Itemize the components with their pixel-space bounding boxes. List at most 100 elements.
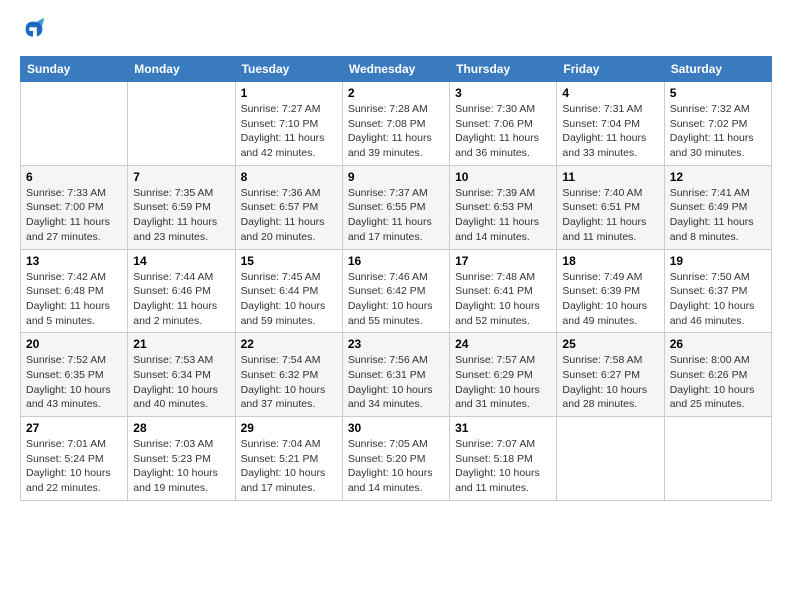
day-info: Sunrise: 7:42 AM Sunset: 6:48 PM Dayligh… (26, 270, 122, 329)
day-number: 29 (241, 421, 337, 435)
day-info: Sunrise: 7:01 AM Sunset: 5:24 PM Dayligh… (26, 437, 122, 496)
calendar-cell: 20 Sunrise: 7:52 AM Sunset: 6:35 PM Dayli… (21, 333, 128, 417)
calendar-cell (128, 82, 235, 166)
day-number: 2 (348, 86, 444, 100)
day-info: Sunrise: 7:27 AM Sunset: 7:10 PM Dayligh… (241, 102, 337, 161)
calendar-cell: 5 Sunrise: 7:32 AM Sunset: 7:02 PM Daylig… (664, 82, 771, 166)
calendar-week-row: 6Sunrise: 7:33 AM Sunset: 7:00 PM Daylig… (21, 165, 772, 249)
day-info: Sunrise: 7:48 AM Sunset: 6:41 PM Dayligh… (455, 270, 551, 329)
day-info: Sunrise: 7:41 AM Sunset: 6:49 PM Dayligh… (670, 186, 766, 245)
calendar-cell: 13 Sunrise: 7:42 AM Sunset: 6:48 PM Dayli… (21, 249, 128, 333)
day-info: Sunrise: 7:40 AM Sunset: 6:51 PM Dayligh… (562, 186, 658, 245)
day-info: Sunrise: 7:05 AM Sunset: 5:20 PM Dayligh… (348, 437, 444, 496)
calendar-cell: 16 Sunrise: 7:46 AM Sunset: 6:42 PM Dayli… (342, 249, 449, 333)
calendar-cell (664, 417, 771, 501)
day-number: 13 (26, 254, 122, 268)
calendar-header-row: SundayMondayTuesdayWednesdayThursdayFrid… (21, 57, 772, 82)
logo-icon (20, 16, 48, 44)
day-number: 19 (670, 254, 766, 268)
calendar-cell: 22 Sunrise: 7:54 AM Sunset: 6:32 PM Dayli… (235, 333, 342, 417)
day-number: 22 (241, 337, 337, 351)
day-number: 16 (348, 254, 444, 268)
day-number: 30 (348, 421, 444, 435)
day-number: 14 (133, 254, 229, 268)
day-number: 28 (133, 421, 229, 435)
day-info: Sunrise: 7:53 AM Sunset: 6:34 PM Dayligh… (133, 353, 229, 412)
calendar-cell: 17 Sunrise: 7:48 AM Sunset: 6:41 PM Dayli… (450, 249, 557, 333)
day-info: Sunrise: 7:46 AM Sunset: 6:42 PM Dayligh… (348, 270, 444, 329)
day-info: Sunrise: 7:07 AM Sunset: 5:18 PM Dayligh… (455, 437, 551, 496)
day-number: 10 (455, 170, 551, 184)
calendar-cell: 27 Sunrise: 7:01 AM Sunset: 5:24 PM Dayli… (21, 417, 128, 501)
calendar-cell: 21 Sunrise: 7:53 AM Sunset: 6:34 PM Dayli… (128, 333, 235, 417)
calendar-cell: 26 Sunrise: 8:00 AM Sunset: 6:26 PM Dayli… (664, 333, 771, 417)
day-header-wednesday: Wednesday (342, 57, 449, 82)
day-number: 18 (562, 254, 658, 268)
day-info: Sunrise: 7:28 AM Sunset: 7:08 PM Dayligh… (348, 102, 444, 161)
calendar-week-row: 20 Sunrise: 7:52 AM Sunset: 6:35 PM Dayli… (21, 333, 772, 417)
calendar-cell: 18 Sunrise: 7:49 AM Sunset: 6:39 PM Dayli… (557, 249, 664, 333)
day-info: Sunrise: 7:57 AM Sunset: 6:29 PM Dayligh… (455, 353, 551, 412)
calendar-cell: 6Sunrise: 7:33 AM Sunset: 7:00 PM Daylig… (21, 165, 128, 249)
day-number: 8 (241, 170, 337, 184)
day-header-tuesday: Tuesday (235, 57, 342, 82)
day-info: Sunrise: 7:04 AM Sunset: 5:21 PM Dayligh… (241, 437, 337, 496)
calendar-week-row: 13 Sunrise: 7:42 AM Sunset: 6:48 PM Dayli… (21, 249, 772, 333)
day-number: 4 (562, 86, 658, 100)
day-header-friday: Friday (557, 57, 664, 82)
calendar-cell: 10Sunrise: 7:39 AM Sunset: 6:53 PM Dayli… (450, 165, 557, 249)
calendar-cell (21, 82, 128, 166)
day-number: 6 (26, 170, 122, 184)
day-number: 26 (670, 337, 766, 351)
day-number: 27 (26, 421, 122, 435)
calendar-cell: 29 Sunrise: 7:04 AM Sunset: 5:21 PM Dayli… (235, 417, 342, 501)
day-number: 5 (670, 86, 766, 100)
day-header-thursday: Thursday (450, 57, 557, 82)
day-number: 1 (241, 86, 337, 100)
calendar-week-row: 1 Sunrise: 7:27 AM Sunset: 7:10 PM Daylig… (21, 82, 772, 166)
day-info: Sunrise: 7:52 AM Sunset: 6:35 PM Dayligh… (26, 353, 122, 412)
day-number: 3 (455, 86, 551, 100)
calendar-cell: 8 Sunrise: 7:36 AM Sunset: 6:57 PM Daylig… (235, 165, 342, 249)
day-number: 24 (455, 337, 551, 351)
calendar-cell: 2 Sunrise: 7:28 AM Sunset: 7:08 PM Daylig… (342, 82, 449, 166)
day-info: Sunrise: 7:50 AM Sunset: 6:37 PM Dayligh… (670, 270, 766, 329)
day-info: Sunrise: 7:35 AM Sunset: 6:59 PM Dayligh… (133, 186, 229, 245)
day-info: Sunrise: 7:03 AM Sunset: 5:23 PM Dayligh… (133, 437, 229, 496)
calendar-cell: 30 Sunrise: 7:05 AM Sunset: 5:20 PM Dayli… (342, 417, 449, 501)
day-info: Sunrise: 8:00 AM Sunset: 6:26 PM Dayligh… (670, 353, 766, 412)
calendar-cell: 7 Sunrise: 7:35 AM Sunset: 6:59 PM Daylig… (128, 165, 235, 249)
day-number: 17 (455, 254, 551, 268)
day-header-monday: Monday (128, 57, 235, 82)
day-number: 9 (348, 170, 444, 184)
calendar-cell: 25Sunrise: 7:58 AM Sunset: 6:27 PM Dayli… (557, 333, 664, 417)
day-info: Sunrise: 7:36 AM Sunset: 6:57 PM Dayligh… (241, 186, 337, 245)
day-info: Sunrise: 7:32 AM Sunset: 7:02 PM Dayligh… (670, 102, 766, 161)
day-number: 15 (241, 254, 337, 268)
day-info: Sunrise: 7:44 AM Sunset: 6:46 PM Dayligh… (133, 270, 229, 329)
day-number: 7 (133, 170, 229, 184)
day-info: Sunrise: 7:31 AM Sunset: 7:04 PM Dayligh… (562, 102, 658, 161)
day-info: Sunrise: 7:45 AM Sunset: 6:44 PM Dayligh… (241, 270, 337, 329)
calendar-cell: 3 Sunrise: 7:30 AM Sunset: 7:06 PM Daylig… (450, 82, 557, 166)
day-info: Sunrise: 7:54 AM Sunset: 6:32 PM Dayligh… (241, 353, 337, 412)
calendar-cell: 19 Sunrise: 7:50 AM Sunset: 6:37 PM Dayli… (664, 249, 771, 333)
calendar-cell: 23Sunrise: 7:56 AM Sunset: 6:31 PM Dayli… (342, 333, 449, 417)
calendar-cell: 11Sunrise: 7:40 AM Sunset: 6:51 PM Dayli… (557, 165, 664, 249)
day-info: Sunrise: 7:37 AM Sunset: 6:55 PM Dayligh… (348, 186, 444, 245)
calendar-cell: 4 Sunrise: 7:31 AM Sunset: 7:04 PM Daylig… (557, 82, 664, 166)
day-number: 12 (670, 170, 766, 184)
calendar-cell: 14 Sunrise: 7:44 AM Sunset: 6:46 PM Dayli… (128, 249, 235, 333)
day-info: Sunrise: 7:58 AM Sunset: 6:27 PM Dayligh… (562, 353, 658, 412)
day-number: 20 (26, 337, 122, 351)
day-header-sunday: Sunday (21, 57, 128, 82)
calendar-cell: 1 Sunrise: 7:27 AM Sunset: 7:10 PM Daylig… (235, 82, 342, 166)
calendar-table: SundayMondayTuesdayWednesdayThursdayFrid… (20, 56, 772, 501)
day-number: 21 (133, 337, 229, 351)
calendar-cell: 28 Sunrise: 7:03 AM Sunset: 5:23 PM Dayli… (128, 417, 235, 501)
page-header (20, 16, 772, 44)
day-header-saturday: Saturday (664, 57, 771, 82)
day-info: Sunrise: 7:49 AM Sunset: 6:39 PM Dayligh… (562, 270, 658, 329)
day-info: Sunrise: 7:30 AM Sunset: 7:06 PM Dayligh… (455, 102, 551, 161)
calendar-cell: 31Sunrise: 7:07 AM Sunset: 5:18 PM Dayli… (450, 417, 557, 501)
